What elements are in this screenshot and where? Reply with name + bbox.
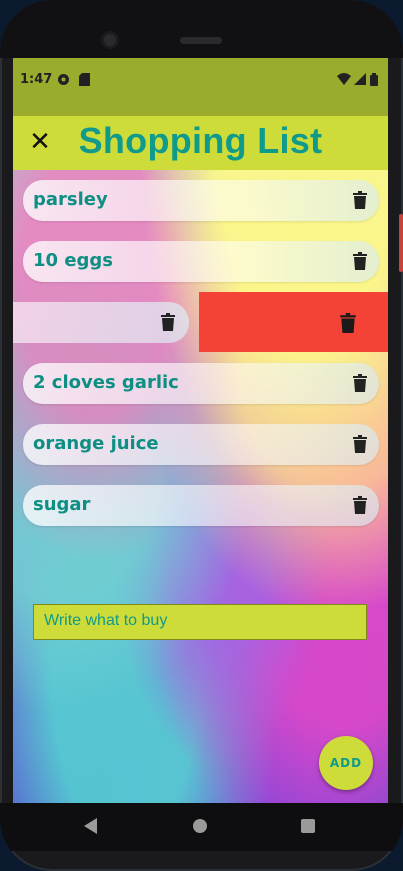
navigation-bar: [0, 803, 403, 851]
speaker-grille: [180, 37, 222, 44]
trash-icon[interactable]: [353, 435, 367, 453]
screen: 1:47 ✕ Shopping List parsley 10 eggs 2 c…: [13, 58, 388, 803]
list-item-swiped[interactable]: [13, 302, 189, 343]
list-item[interactable]: 2 cloves garlic: [23, 363, 379, 404]
swipe-delete-background[interactable]: [199, 292, 388, 352]
signal-icon: [354, 73, 366, 88]
phone-frame: 1:47 ✕ Shopping List parsley 10 eggs 2 c…: [0, 0, 403, 871]
item-label: 2 cloves garlic: [33, 372, 179, 393]
side-button: [399, 214, 403, 272]
item-label: 10 eggs: [33, 250, 114, 271]
status-bar: 1:47: [13, 58, 388, 116]
home-icon[interactable]: [193, 819, 207, 833]
battery-icon: [370, 73, 378, 89]
trash-icon[interactable]: [161, 313, 175, 331]
page-title: Shopping List: [78, 120, 323, 161]
wifi-icon: [337, 73, 351, 88]
front-camera: [101, 31, 119, 49]
status-time: 1:47: [20, 72, 53, 87]
trash-icon[interactable]: [353, 374, 367, 392]
trash-icon[interactable]: [353, 252, 367, 270]
sd-card-icon: [79, 73, 90, 89]
list-item[interactable]: orange juice: [23, 424, 379, 465]
item-input[interactable]: Write what to buy: [33, 604, 367, 640]
settings-circle-icon: [57, 73, 70, 89]
list-item[interactable]: parsley: [23, 180, 379, 221]
item-input-placeholder: Write what to buy: [44, 612, 168, 629]
list-item[interactable]: 10 eggs: [23, 241, 379, 282]
trash-icon[interactable]: [353, 496, 367, 514]
app-bar: ✕ Shopping List: [13, 116, 388, 170]
item-label: parsley: [33, 189, 108, 210]
top-bezel: [0, 0, 403, 58]
item-label: sugar: [33, 494, 91, 515]
trash-icon: [340, 313, 356, 333]
recents-icon[interactable]: [301, 819, 315, 833]
list-item[interactable]: sugar: [23, 485, 379, 526]
back-icon[interactable]: [84, 818, 97, 834]
add-button[interactable]: ADD: [319, 736, 373, 790]
item-label: orange juice: [33, 433, 159, 454]
trash-icon[interactable]: [353, 191, 367, 209]
